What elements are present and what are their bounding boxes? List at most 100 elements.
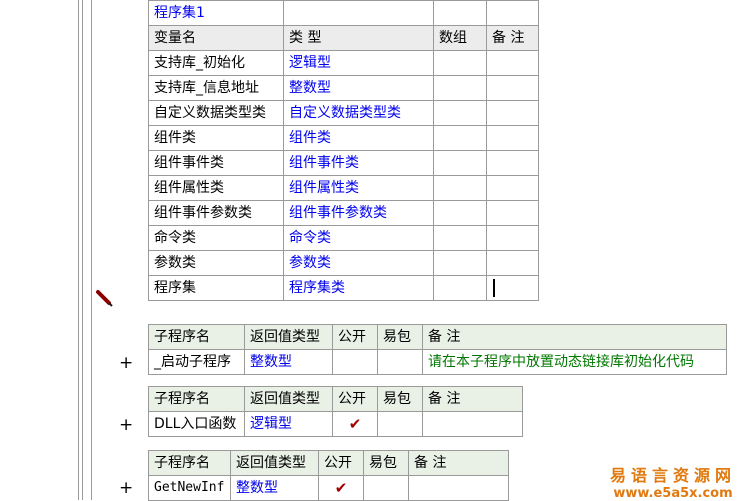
program-set-name-row: 程序集1: [148, 0, 539, 26]
subroutine-name[interactable]: _启动子程序: [148, 349, 245, 375]
variable-name[interactable]: 支持库_信息地址: [148, 75, 284, 101]
header-sub-remark: 备 注: [422, 324, 727, 350]
array-cell[interactable]: [433, 100, 487, 126]
variable-type[interactable]: 整数型: [283, 75, 434, 101]
remark-cell[interactable]: [486, 150, 539, 176]
subroutine-name[interactable]: DLL入口函数: [148, 411, 245, 437]
subroutine-return-type[interactable]: 整数型: [230, 475, 319, 501]
variable-type[interactable]: 参数类: [283, 250, 434, 276]
watermark-url: www.e5a5x.com: [613, 486, 733, 501]
array-cell[interactable]: [433, 200, 487, 226]
program-set-name[interactable]: 程序集1: [148, 0, 284, 26]
subroutine-table-3: 子程序名 返回值类型 公开 易包 备 注 GetNewInf 整数型 ✔: [148, 450, 509, 501]
header-return-type: 返回值类型: [230, 450, 319, 476]
variable-name[interactable]: 命令类: [148, 225, 284, 251]
variable-name[interactable]: 组件属性类: [148, 175, 284, 201]
array-cell[interactable]: [433, 275, 487, 301]
header-public: 公开: [318, 450, 364, 476]
variable-row: 参数类 参数类: [148, 250, 539, 276]
header-public: 公开: [332, 324, 378, 350]
subroutine-header-row: 子程序名 返回值类型 公开 易包 备 注: [148, 386, 523, 412]
array-cell[interactable]: [433, 250, 487, 276]
variable-type[interactable]: 自定义数据类型类: [283, 100, 434, 126]
array-cell[interactable]: [433, 150, 487, 176]
header-package: 易包: [377, 386, 423, 412]
plus-icon[interactable]: +: [119, 417, 133, 434]
variable-row: 组件事件参数类 组件事件参数类: [148, 200, 539, 226]
variable-row: 组件属性类 组件属性类: [148, 175, 539, 201]
array-cell[interactable]: [433, 225, 487, 251]
subroutine-remark[interactable]: [408, 475, 509, 501]
check-icon[interactable]: ✔: [318, 475, 364, 501]
variable-name[interactable]: 组件事件参数类: [148, 200, 284, 226]
array-cell[interactable]: [433, 175, 487, 201]
variable-name[interactable]: 支持库_初始化: [148, 50, 284, 76]
header-package: 易包: [363, 450, 409, 476]
remark-cell[interactable]: [486, 175, 539, 201]
subroutine-row: GetNewInf 整数型 ✔: [148, 475, 509, 501]
remark-cell[interactable]: [486, 275, 539, 301]
remark-cell[interactable]: [486, 75, 539, 101]
header-sub-name: 子程序名: [148, 450, 231, 476]
program-set-table: 程序集1 变量名 类 型 数组 备 注 支持库_初始化 逻辑型 支持库_信息地址 整数…: [148, 0, 539, 301]
header-type: 类 型: [283, 25, 434, 51]
header-package: 易包: [377, 324, 423, 350]
text-cursor: [493, 279, 495, 297]
remark-cell[interactable]: [486, 100, 539, 126]
remark-cell[interactable]: [486, 225, 539, 251]
array-cell[interactable]: [433, 75, 487, 101]
variable-row: 程序集 程序集类: [148, 275, 539, 301]
header-return-type: 返回值类型: [244, 386, 333, 412]
variable-name[interactable]: 组件事件类: [148, 150, 284, 176]
variable-name[interactable]: 组件类: [148, 125, 284, 151]
subroutine-remark[interactable]: 请在本子程序中放置动态链接库初始化代码: [422, 349, 727, 375]
variable-type[interactable]: 组件事件类: [283, 150, 434, 176]
gutter-line-2: [82, 0, 83, 500]
remark-cell[interactable]: [486, 200, 539, 226]
plus-icon[interactable]: +: [119, 480, 133, 497]
subroutine-header-row: 子程序名 返回值类型 公开 易包 备 注: [148, 450, 509, 476]
variable-type[interactable]: 组件类: [283, 125, 434, 151]
subroutine-row: _启动子程序 整数型 请在本子程序中放置动态链接库初始化代码: [148, 349, 727, 375]
subroutine-table-1: 子程序名 返回值类型 公开 易包 备 注 _启动子程序 整数型 请在本子程序中放…: [148, 324, 727, 375]
package-cell[interactable]: [377, 349, 423, 375]
gutter-line-3: [91, 0, 92, 500]
variable-name[interactable]: 自定义数据类型类: [148, 100, 284, 126]
variable-type[interactable]: 逻辑型: [283, 50, 434, 76]
remark-cell[interactable]: [486, 50, 539, 76]
variable-type[interactable]: 组件事件参数类: [283, 200, 434, 226]
header-sub-name: 子程序名: [148, 324, 245, 350]
subroutine-return-type[interactable]: 逻辑型: [244, 411, 333, 437]
pencil-icon: [96, 290, 113, 307]
watermark-title: 易语言资源网: [609, 466, 736, 485]
variable-type[interactable]: 组件属性类: [283, 175, 434, 201]
variable-row: 组件事件类 组件事件类: [148, 150, 539, 176]
header-return-type: 返回值类型: [244, 324, 333, 350]
plus-icon[interactable]: +: [119, 355, 133, 372]
variable-row: 支持库_初始化 逻辑型: [148, 50, 539, 76]
public-cell[interactable]: [332, 349, 378, 375]
header-sub-name: 子程序名: [148, 386, 245, 412]
variable-name[interactable]: 程序集: [148, 275, 284, 301]
subroutine-remark[interactable]: [422, 411, 523, 437]
package-cell[interactable]: [363, 475, 409, 501]
header-sub-remark: 备 注: [408, 450, 509, 476]
variable-type[interactable]: 命令类: [283, 225, 434, 251]
remark-cell[interactable]: [486, 250, 539, 276]
array-cell[interactable]: [433, 125, 487, 151]
subroutine-table-2: 子程序名 返回值类型 公开 易包 备 注 DLL入口函数 逻辑型 ✔: [148, 386, 523, 437]
check-icon[interactable]: ✔: [332, 411, 378, 437]
array-cell[interactable]: [433, 50, 487, 76]
variable-type[interactable]: 程序集类: [283, 275, 434, 301]
remark-cell[interactable]: [486, 125, 539, 151]
header-sub-remark: 备 注: [422, 386, 523, 412]
site-watermark: 易语言资源网 www.e5a5x.com: [610, 462, 736, 501]
subroutine-header-row: 子程序名 返回值类型 公开 易包 备 注: [148, 324, 727, 350]
header-public: 公开: [332, 386, 378, 412]
header-variable-name: 变量名: [148, 25, 284, 51]
subroutine-name[interactable]: GetNewInf: [148, 475, 231, 501]
subroutine-return-type[interactable]: 整数型: [244, 349, 333, 375]
variable-name[interactable]: 参数类: [148, 250, 284, 276]
package-cell[interactable]: [377, 411, 423, 437]
variable-row: 自定义数据类型类 自定义数据类型类: [148, 100, 539, 126]
